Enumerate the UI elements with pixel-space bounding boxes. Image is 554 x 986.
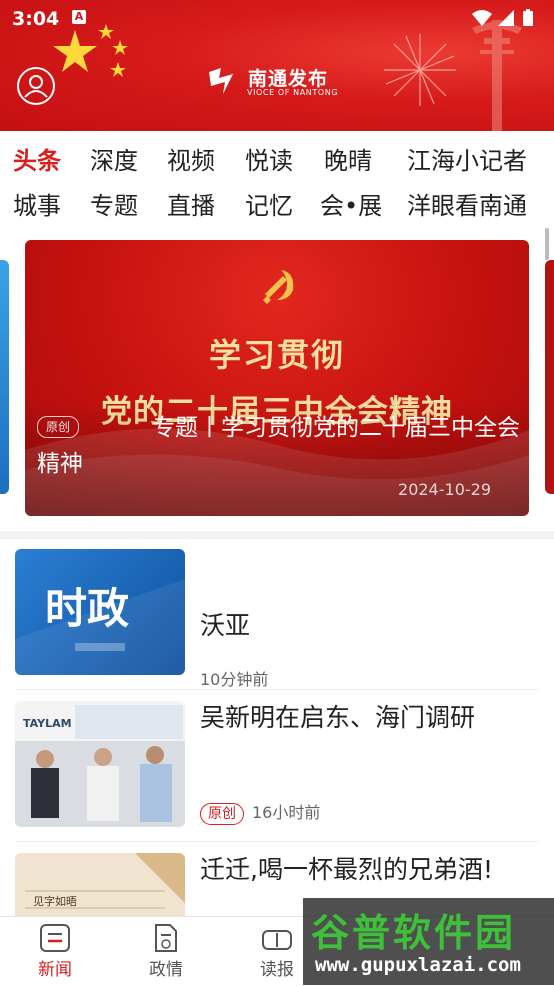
tab-foreign-eyes[interactable]: 洋眼看南通 (407, 186, 527, 221)
list-divider (15, 689, 539, 690)
thumb-caption: TAYLAM (23, 717, 72, 730)
user-avatar-button[interactable] (17, 67, 55, 105)
party-emblem-icon (263, 270, 294, 304)
nav-gov-label: 政情 (149, 960, 183, 980)
tab-headlines[interactable]: 头条 (13, 141, 61, 176)
news-item[interactable]: 时政 沃亚 10分钟前 (0, 549, 554, 689)
tab-depth[interactable]: 深度 (90, 141, 138, 176)
banner-next-slide[interactable] (545, 260, 554, 494)
scrollbar[interactable] (545, 228, 549, 260)
news-title: 沃亚 (200, 611, 251, 640)
tab-city[interactable]: 城事 (13, 186, 61, 221)
app-logo-subtitle: VIOCE OF NANTONG (247, 88, 339, 97)
nantong-logo-icon (209, 68, 233, 94)
category-tabs: 头条 深度 视频 悦读 晚晴 江海小记者 城事 专题 直播 记忆 会•展 洋眼看… (0, 131, 554, 227)
banner-date: 2024-10-29 (398, 480, 491, 499)
tab-evening[interactable]: 晚晴 (324, 141, 372, 176)
gov-icon (155, 924, 177, 952)
wifi-signal-battery-icon (472, 9, 533, 26)
app-header: 3:04 A 南通发布 VIOCE OF NANTONG (0, 0, 554, 131)
news-time: 16小时前 (252, 803, 321, 822)
status-bar: 3:04 A (0, 0, 554, 38)
original-tag: 原创 (200, 803, 244, 825)
news-thumbnail: 见字如晤 (15, 853, 185, 916)
user-icon (24, 75, 48, 98)
banner-slide[interactable]: 学习贯彻 党的二十届三中全会精神 原创 专题丨学习贯彻党的二十届三中全会精神 2… (25, 240, 529, 516)
status-time: 3:04 (12, 8, 60, 30)
newspaper-icon (262, 930, 292, 950)
news-item[interactable]: TAYLAM 吴新明在启东、海门调研 原创 16小时前 (0, 701, 554, 841)
banner-caption: 专题丨学习贯彻党的二十届三中全会精神 (37, 415, 520, 477)
politics-thumbnail-graphic: 时政 (15, 579, 185, 675)
nav-news-label: 新闻 (38, 960, 72, 980)
nav-newspaper-label: 读报 (260, 960, 294, 980)
news-thumbnail: 时政 (15, 549, 185, 675)
news-title: 迁迁,喝一杯最烈的兄弟酒! (200, 855, 493, 884)
news-icon (40, 924, 70, 952)
site-watermark: 谷普软件园 www.gupuxlazai.com (303, 898, 554, 985)
app-logo-title: 南通发布 (248, 68, 329, 90)
tab-video[interactable]: 视频 (167, 141, 215, 176)
thumb-caption: 时政 (45, 584, 129, 633)
tab-exhibition[interactable]: 会•展 (320, 186, 382, 221)
notification-icon: A (72, 10, 86, 24)
tab-reading[interactable]: 悦读 (245, 141, 293, 176)
section-separator (0, 531, 554, 539)
letter-paper-graphic: 见字如晤 (25, 853, 185, 909)
nav-gov[interactable]: 政情 (131, 923, 201, 980)
tab-young-reporter[interactable]: 江海小记者 (407, 141, 527, 176)
nav-newspaper[interactable]: 读报 (242, 923, 312, 980)
news-thumbnail: TAYLAM (15, 701, 185, 827)
nav-news[interactable]: 新闻 (20, 923, 90, 980)
meeting-photo-graphic: TAYLAM (15, 701, 185, 827)
news-title: 吴新明在启东、海门调研 (200, 703, 476, 732)
banner-headline-1: 学习贯彻 (208, 336, 345, 374)
watermark-title: 谷普软件园 (311, 911, 517, 955)
thumb-caption: 见字如晤 (33, 894, 77, 908)
tab-memory[interactable]: 记忆 (245, 186, 293, 221)
fireworks-decoration (384, 34, 456, 106)
banner-carousel: 学习贯彻 党的二十届三中全会精神 原创 专题丨学习贯彻党的二十届三中全会精神 2… (0, 228, 554, 528)
tab-live[interactable]: 直播 (167, 186, 215, 221)
banner-prev-slide[interactable] (0, 260, 9, 494)
news-meta: 原创 16小时前 (200, 799, 320, 825)
list-divider (15, 841, 539, 842)
tab-special[interactable]: 专题 (90, 186, 138, 221)
news-time: 10分钟前 (200, 670, 269, 689)
watermark-url: www.gupuxlazai.com (315, 954, 521, 976)
